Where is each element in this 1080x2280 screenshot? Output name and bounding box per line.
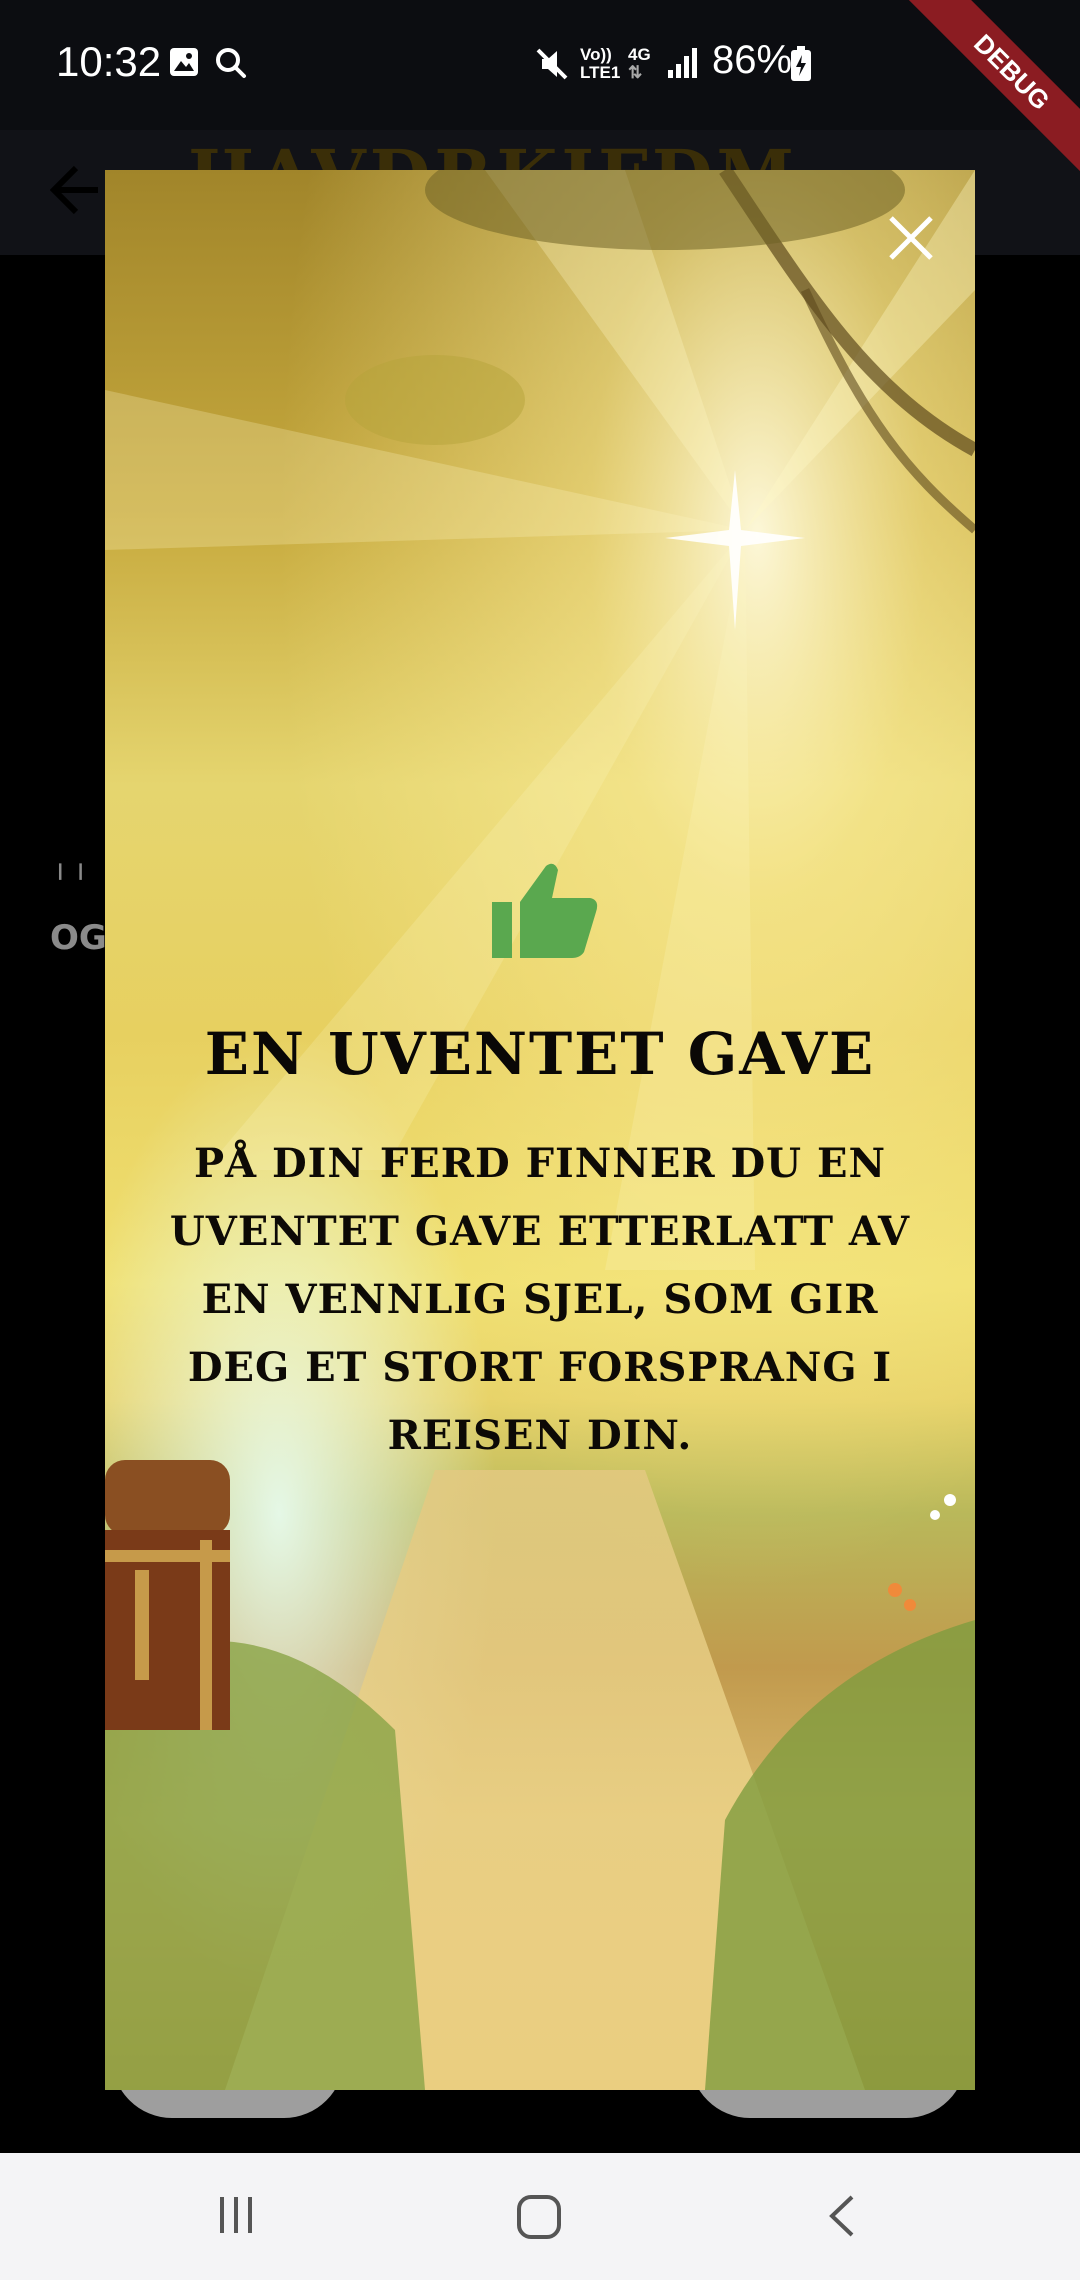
data-arrows: ⇅ xyxy=(628,63,643,82)
navigation-bar xyxy=(0,2153,1080,2280)
network-label: 4G ⇅ xyxy=(628,46,651,82)
search-icon xyxy=(216,48,246,78)
volte-label: Vo)) LTE1 xyxy=(580,46,620,82)
back-arrow-icon[interactable] xyxy=(50,160,102,220)
background-glyph-2: OG xyxy=(50,918,107,958)
image-icon xyxy=(170,48,198,76)
battery-percent: 86% xyxy=(712,38,793,82)
status-time: 10:32 xyxy=(56,38,162,85)
recent-apps-icon[interactable] xyxy=(214,2193,258,2237)
background-glyph-1: ᛌᛌ xyxy=(50,858,91,898)
close-icon[interactable] xyxy=(883,210,939,266)
dialog-title: EN UVENTET GAVE xyxy=(204,1020,876,1088)
back-icon[interactable] xyxy=(822,2193,862,2239)
network-type: 4G xyxy=(628,45,651,64)
dialog-body: PÅ DIN FERD FINNER DU EN UVENTET GAVE ET… xyxy=(169,1140,911,1459)
thumbs-up-icon xyxy=(492,863,598,958)
event-dialog: EN UVENTET GAVE PÅ DIN FERD FINNER DU EN… xyxy=(105,170,975,2090)
volte-top: Vo)) xyxy=(580,45,612,64)
mute-icon xyxy=(536,48,568,80)
signal-icon xyxy=(668,48,697,78)
status-bar: 10:32 Vo)) LTE1 4G ⇅ 86% xyxy=(0,0,1080,130)
volte-bottom: LTE1 xyxy=(580,63,621,82)
home-icon[interactable] xyxy=(514,2193,564,2243)
battery-icon xyxy=(791,46,811,81)
